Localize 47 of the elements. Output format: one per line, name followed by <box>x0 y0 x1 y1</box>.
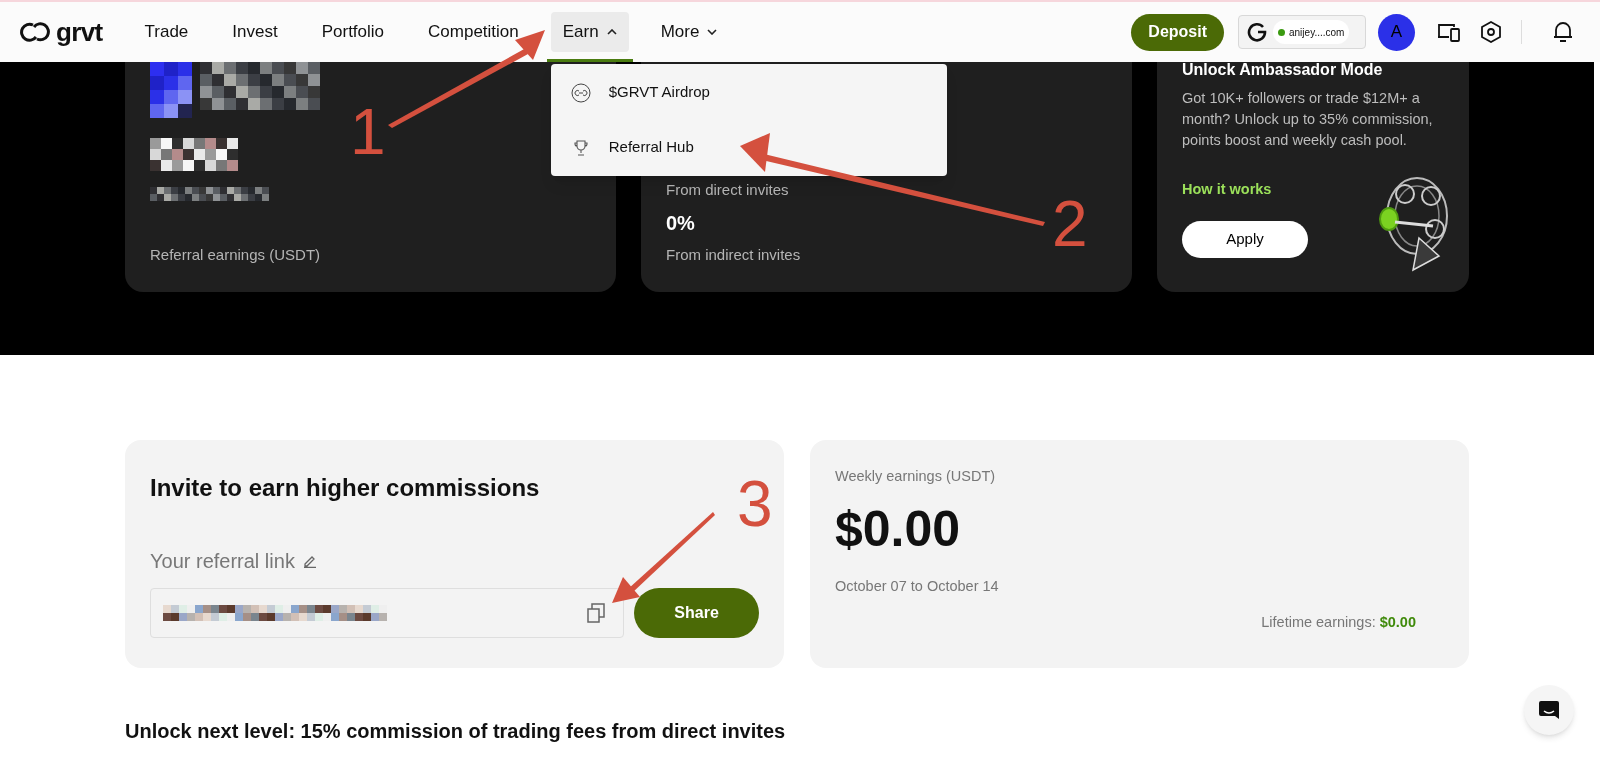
invite-title: Invite to earn higher commissions <box>150 473 541 503</box>
notifications-icon[interactable] <box>1552 20 1574 44</box>
hexagon-settings-icon[interactable] <box>1481 21 1501 43</box>
trophy-icon <box>571 138 590 157</box>
earnings-label: Referral earnings (USDT) <box>150 244 322 265</box>
wallet-address: anijey....com <box>1289 25 1345 40</box>
earnings-period: October 07 to October 14 <box>835 576 1000 596</box>
nav-tab[interactable]: Invest <box>216 2 294 62</box>
annotation-number: 3 <box>737 472 773 536</box>
referral-link-label: Your referral link <box>150 549 295 574</box>
indirect-commission-value: 0% <box>666 210 695 236</box>
how-it-works-link[interactable]: How it works <box>1182 179 1272 201</box>
brand-name: grvt <box>56 19 103 45</box>
chat-button[interactable] <box>1524 685 1574 735</box>
menu-item[interactable]: Referral Hub <box>550 120 947 175</box>
chevron-up-icon <box>606 29 617 35</box>
nav-tab[interactable]: Portfolio <box>305 2 401 62</box>
chat-icon <box>1538 699 1560 721</box>
g-logo-icon <box>1247 22 1267 42</box>
menu-item[interactable]: $GRVT Airdrop <box>550 65 947 120</box>
ambassador-title: Unlock Ambassador Mode <box>1182 60 1384 80</box>
ambassador-description: Got 10K+ followers or trade $12M+ a month? Unlock up to 35% commission, points boost and weekly cash pool. <box>1182 89 1434 150</box>
lifetime-earnings-value: $0.00 <box>1379 612 1416 632</box>
logo-icon <box>20 21 50 43</box>
lifetime-earnings-label: Lifetime earnings: <box>1261 612 1376 632</box>
chevron-down-icon <box>707 29 718 35</box>
weekly-earnings-amount: $0.00 <box>835 503 962 554</box>
annotation-number: 2 <box>1052 192 1088 256</box>
annotation-number: 1 <box>350 100 386 164</box>
deposit-button[interactable]: Deposit <box>1131 13 1224 51</box>
wallet-chip[interactable]: anijey....com <box>1238 15 1366 49</box>
apply-button[interactable]: Apply <box>1182 220 1308 258</box>
weekly-earnings-label: Weekly earnings (USDT) <box>835 467 997 486</box>
nav-tab[interactable]: More <box>644 2 734 62</box>
indirect-invites-label: From indirect invites <box>666 244 801 265</box>
next-level-heading: Unlock next level: 15% commission of trading fees from direct invites <box>125 719 787 744</box>
referral-link-field[interactable] <box>150 588 625 638</box>
pencil-icon[interactable] <box>302 554 317 568</box>
share-button[interactable]: Share <box>634 588 759 638</box>
copy-icon[interactable] <box>587 603 606 623</box>
nav-tab[interactable]: Trade <box>128 2 205 62</box>
devices-icon[interactable] <box>1437 22 1461 42</box>
nav-tab[interactable]: Competition <box>412 2 535 62</box>
menu-item-label: $GRVT Airdrop <box>608 82 710 103</box>
direct-invites-label: From direct invites <box>666 180 789 200</box>
menu-item-label: Referral Hub <box>608 137 694 158</box>
link-circle-icon <box>570 82 591 103</box>
